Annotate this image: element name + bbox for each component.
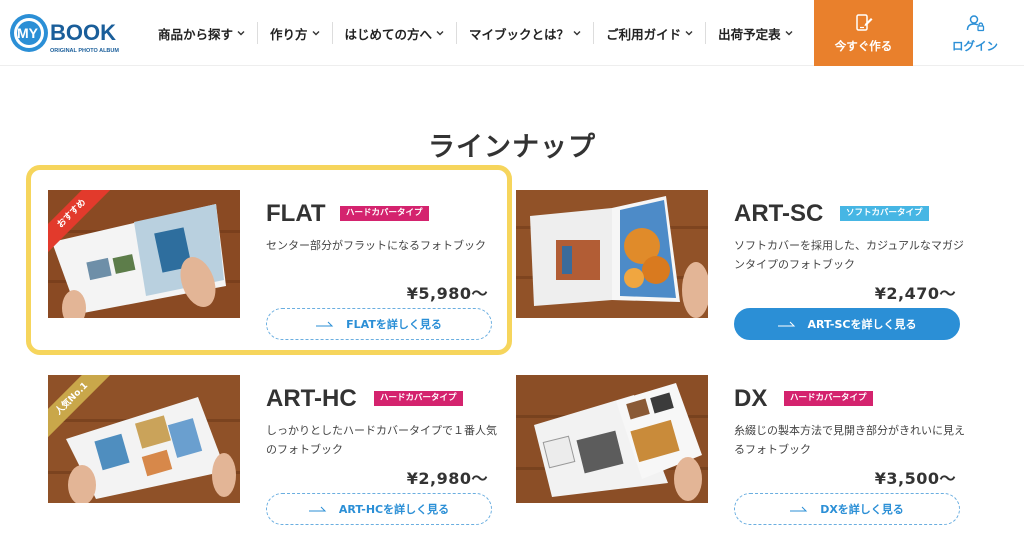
cover-type-badge: ソフトカバータイプ (840, 206, 929, 221)
product-card-art-hc: 人気No.1 ART-HC ハードカバータイプ しっかりとしたハードカバータイプ… (48, 375, 508, 525)
arrow-right-icon (790, 506, 808, 512)
nav-item-label: マイブックとは？ (469, 26, 570, 42)
product-description: センター部分がフラットになるフォトブック (266, 239, 486, 252)
nav-item-label: 作り方 (270, 26, 308, 42)
nav-item-guide[interactable]: ご利用ガイド (593, 22, 705, 44)
chevron-down-icon (436, 31, 444, 36)
product-price: ¥2,980〜 (406, 469, 488, 488)
mybook-logo[interactable]: MY BOOK ORIGINAL PHOTO ALBUM (8, 10, 136, 58)
svg-text:MY: MY (17, 25, 39, 41)
product-name: DX (734, 385, 768, 412)
site-header: MY BOOK ORIGINAL PHOTO ALBUM 商品から探す 作り方 … (0, 0, 1024, 66)
ribbon-label: 人気No.1 (48, 375, 112, 439)
flat-details-button[interactable]: FLATを詳しく見る (266, 308, 492, 340)
product-name: ART-SC (734, 200, 824, 227)
nav-item-label: ご利用ガイド (606, 26, 682, 42)
login-button[interactable]: ログイン (926, 0, 1024, 66)
start-now-label: 今すぐ作る (834, 38, 893, 53)
nav-item-products[interactable]: 商品から探す (146, 22, 257, 44)
popular-ribbon: 人気No.1 (48, 375, 112, 439)
nav-item-label: 出荷予定表 (718, 26, 781, 42)
product-card-dx: DX ハードカバータイプ 糸綴じの製本方法で見開き部分がきれいに見えるフォトブッ… (516, 375, 976, 525)
chevron-down-icon (312, 31, 320, 36)
product-photo[interactable]: 人気No.1 (48, 375, 240, 503)
chevron-down-icon (685, 31, 693, 36)
product-description: しっかりとしたハードカバータイプで１番人気のフォトブック (266, 424, 497, 456)
product-photo[interactable] (516, 190, 708, 318)
arrow-right-icon (316, 321, 334, 327)
arrow-right-icon (308, 506, 327, 512)
product-description: 糸綴じの製本方法で見開き部分がきれいに見えるフォトブック (734, 424, 965, 456)
button-label: DXを詳しく見る (820, 503, 904, 516)
product-photo[interactable] (516, 375, 708, 503)
chevron-down-icon (785, 31, 793, 36)
cover-type-badge: ハードカバータイプ (784, 391, 873, 406)
ribbon-label: おすすめ (48, 190, 112, 254)
nav-item-howto[interactable]: 作り方 (257, 22, 332, 44)
product-price: ¥3,500〜 (874, 469, 956, 488)
section-title: ラインナップ (428, 132, 596, 163)
chevron-down-icon (573, 31, 581, 36)
product-price: ¥5,980〜 (406, 284, 488, 303)
nav-item-shipping[interactable]: 出荷予定表 (705, 22, 805, 44)
product-card-art-sc: ART-SC ソフトカバータイプ ソフトカバーを採用した、カジュアルなマガジンタ… (516, 190, 976, 340)
art-sc-details-button[interactable]: ART-SCを詳しく見る (734, 308, 960, 340)
nav-item-about[interactable]: マイブックとは？ (456, 22, 593, 44)
user-icon (966, 14, 985, 31)
nav-item-label: はじめての方へ (344, 26, 433, 42)
recommend-ribbon: おすすめ (48, 190, 112, 254)
button-label: ART-SCを詳しく見る (807, 318, 917, 331)
product-photo[interactable]: おすすめ (48, 190, 240, 318)
svg-text:ORIGINAL PHOTO ALBUM: ORIGINAL PHOTO ALBUM (50, 48, 119, 54)
product-price: ¥2,470〜 (874, 284, 956, 303)
arrow-right-icon (777, 321, 795, 327)
cover-type-badge: ハードカバータイプ (340, 206, 429, 221)
button-label: FLATを詳しく見る (346, 318, 442, 331)
nav-item-beginners[interactable]: はじめての方へ (331, 22, 457, 44)
button-label: ART-HCを詳しく見る (338, 503, 450, 516)
chevron-down-icon (237, 31, 245, 36)
product-name: FLAT (266, 200, 326, 227)
nav-item-label: 商品から探す (158, 26, 234, 42)
login-label: ログイン (952, 38, 998, 53)
main-nav: 商品から探す 作り方 はじめての方へ マイブックとは？ ご利用ガイド 出荷予定表 (146, 0, 805, 66)
product-name: ART-HC (266, 385, 357, 412)
tablet-pen-icon (855, 13, 872, 31)
art-hc-details-button[interactable]: ART-HCを詳しく見る (266, 493, 492, 525)
svg-text:BOOK: BOOK (50, 20, 116, 45)
start-now-button[interactable]: 今すぐ作る (814, 0, 913, 66)
cover-type-badge: ハードカバータイプ (374, 391, 463, 406)
dx-details-button[interactable]: DXを詳しく見る (734, 493, 960, 525)
product-card-flat: おすすめ FLAT ハードカバータイプ センター部分がフラットになるフォトブック… (48, 190, 508, 340)
product-description: ソフトカバーを採用した、カジュアルなマガジンタイプのフォトブック (734, 239, 964, 271)
